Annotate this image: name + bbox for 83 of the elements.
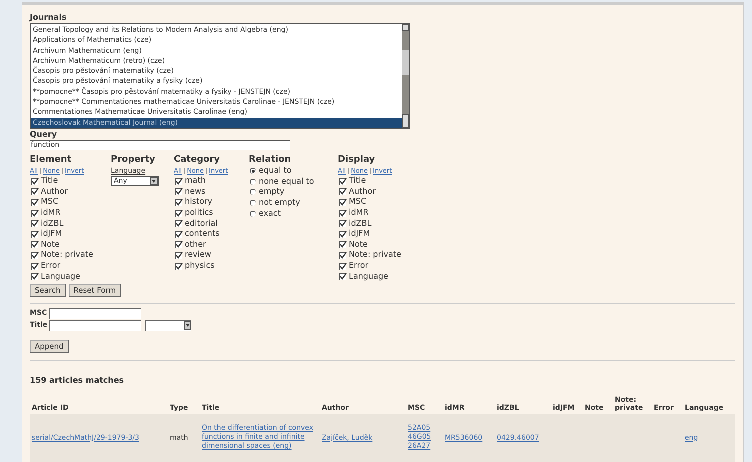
checkbox-label: MSC bbox=[41, 196, 59, 208]
checkbox-label: review bbox=[185, 249, 212, 262]
checkbox-label: Language bbox=[41, 270, 80, 283]
dropdown-arrow-icon bbox=[184, 320, 191, 330]
dropdown-arrow-icon bbox=[150, 177, 158, 185]
checkbox-label: history bbox=[185, 196, 213, 208]
checkbox-label: Error bbox=[41, 260, 60, 272]
column-heading: Display bbox=[338, 155, 376, 166]
checkbox[interactable] bbox=[175, 262, 182, 270]
journal-list[interactable] bbox=[30, 23, 410, 129]
checkbox-label: Title bbox=[41, 175, 58, 188]
checkbox[interactable] bbox=[175, 198, 182, 206]
checkbox[interactable] bbox=[31, 273, 38, 280]
section-label: Query bbox=[30, 130, 58, 140]
radio-button[interactable] bbox=[250, 168, 256, 174]
msc-field[interactable] bbox=[49, 308, 141, 319]
checkbox-label: idMR bbox=[349, 207, 369, 220]
checkbox[interactable] bbox=[175, 188, 182, 196]
checkbox[interactable] bbox=[175, 241, 182, 248]
scrollbar[interactable] bbox=[402, 24, 409, 128]
checkbox[interactable] bbox=[339, 178, 346, 185]
checkbox-label: Author bbox=[41, 186, 68, 198]
radio-button[interactable] bbox=[250, 189, 256, 196]
checkbox[interactable] bbox=[175, 178, 182, 185]
checkbox[interactable] bbox=[339, 210, 346, 217]
radio-button[interactable] bbox=[250, 200, 256, 206]
radio-label: empty bbox=[259, 186, 285, 198]
checkbox-label: Author bbox=[349, 186, 376, 198]
checkbox[interactable] bbox=[175, 210, 182, 217]
checkbox[interactable] bbox=[339, 230, 346, 238]
checkbox-label: idMR bbox=[41, 207, 61, 220]
checkbox-label: Note bbox=[41, 238, 60, 251]
checkbox[interactable] bbox=[339, 188, 346, 196]
checkbox[interactable] bbox=[175, 252, 182, 259]
checkbox[interactable] bbox=[339, 262, 346, 270]
checkbox-label: Note: private bbox=[349, 249, 402, 262]
checkbox[interactable] bbox=[175, 230, 182, 238]
radio-label: exact bbox=[259, 208, 281, 220]
section-label: Journals bbox=[30, 13, 68, 23]
checkbox[interactable] bbox=[31, 262, 38, 270]
checkbox-label: news bbox=[185, 186, 206, 198]
checkbox[interactable] bbox=[31, 210, 38, 217]
checkbox-label: Note: private bbox=[41, 249, 94, 262]
checkbox[interactable] bbox=[31, 241, 38, 248]
radio-label: equal to bbox=[259, 165, 292, 178]
checkbox-label: idJFM bbox=[41, 228, 62, 240]
title-field[interactable] bbox=[49, 320, 141, 331]
checkbox[interactable] bbox=[339, 252, 346, 259]
checkbox-label: Error bbox=[349, 260, 368, 272]
checkbox-label: idZBL bbox=[41, 218, 64, 230]
checkbox-label: Note bbox=[349, 238, 368, 251]
checkbox[interactable] bbox=[31, 178, 38, 185]
checkbox-label: editorial bbox=[185, 218, 218, 230]
radio-button[interactable] bbox=[250, 210, 256, 217]
checkbox[interactable] bbox=[175, 220, 182, 228]
checkbox[interactable] bbox=[31, 198, 38, 206]
checkbox[interactable] bbox=[31, 252, 38, 259]
checkbox-label: idJFM bbox=[349, 228, 370, 240]
checkbox[interactable] bbox=[339, 273, 346, 280]
checkbox-label: politics bbox=[185, 207, 214, 220]
checkbox-label: other bbox=[185, 238, 206, 250]
checkbox-label: contents bbox=[185, 228, 220, 240]
checkbox[interactable] bbox=[31, 230, 38, 238]
radio-label: not empty bbox=[259, 197, 300, 210]
checkbox[interactable] bbox=[339, 220, 346, 228]
checkbox[interactable] bbox=[339, 241, 346, 248]
checkbox-label: physics bbox=[185, 260, 215, 272]
checkbox[interactable] bbox=[31, 188, 38, 196]
checkbox-label: MSC bbox=[349, 196, 367, 208]
radio-label: none equal to bbox=[259, 176, 314, 188]
checkbox-label: Title bbox=[349, 175, 366, 188]
column-heading: Property bbox=[111, 155, 156, 166]
column-heading: Category bbox=[174, 155, 222, 166]
column-heading: Relation bbox=[249, 155, 292, 166]
checkbox[interactable] bbox=[31, 220, 38, 228]
checkbox-label: idZBL bbox=[349, 218, 372, 230]
checkbox-label: Language bbox=[349, 270, 388, 283]
column-heading: Element bbox=[30, 155, 73, 166]
checkbox[interactable] bbox=[339, 198, 346, 206]
results-count: 159 articles matches bbox=[30, 376, 124, 385]
title-select[interactable] bbox=[145, 320, 191, 331]
checkbox-label: math bbox=[185, 175, 206, 188]
radio-button[interactable] bbox=[250, 178, 256, 185]
